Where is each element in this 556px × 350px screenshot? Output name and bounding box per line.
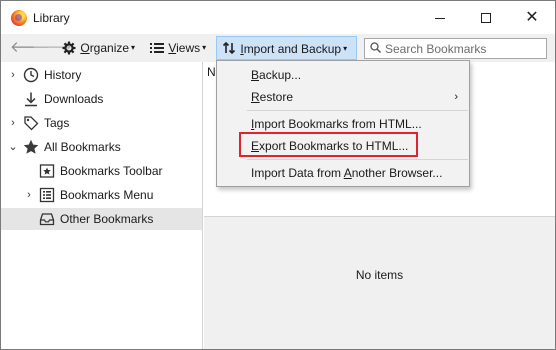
minimize-button[interactable] — [417, 1, 463, 34]
search-input[interactable] — [385, 41, 543, 57]
history-clock-icon — [23, 67, 39, 83]
menu-separator — [247, 159, 468, 160]
highlight-annotation — [239, 132, 418, 157]
minimize-icon — [435, 17, 445, 19]
forward-button[interactable]: 🡒 — [32, 36, 72, 60]
sidebar-tree: › History Downloads › Tags ⌄ All Bookmar… — [1, 62, 203, 349]
sidebar-item-label: Bookmarks Toolbar — [60, 164, 163, 178]
sidebar-item-label: History — [44, 68, 82, 82]
views-button[interactable]: Views ▾ — [149, 36, 206, 60]
import-export-arrows-icon — [221, 37, 237, 62]
bookmarks-toolbar-icon — [39, 163, 55, 179]
organize-label: Organize — [80, 41, 130, 55]
search-box[interactable] — [364, 38, 547, 59]
empty-state-text: No items — [355, 268, 404, 282]
menu-item-import-from-browser[interactable]: Import Data from Another Browser... — [218, 162, 468, 184]
expand-arrow-icon[interactable]: › — [8, 112, 18, 134]
sidebar-item-downloads[interactable]: Downloads — [1, 88, 202, 110]
collapse-arrow-icon[interactable]: ⌄ — [8, 136, 18, 158]
title-bar: Library ✕ — [1, 1, 555, 34]
sidebar-item-all-bookmarks[interactable]: ⌄ All Bookmarks — [1, 136, 202, 158]
submenu-arrow-icon: › — [454, 91, 458, 103]
import-and-backup-label: Import and Backup — [240, 42, 342, 56]
sidebar-item-label: Tags — [44, 116, 70, 130]
details-pane: No items — [204, 216, 555, 349]
column-header-name[interactable]: N — [207, 65, 216, 79]
close-icon: ✕ — [525, 9, 539, 26]
sidebar-item-label: Bookmarks Menu — [60, 188, 154, 202]
bookmarks-menu-icon — [39, 187, 55, 203]
gear-icon — [61, 36, 77, 62]
list-view-icon — [149, 36, 165, 61]
star-icon — [23, 139, 39, 155]
sidebar-item-tags[interactable]: › Tags — [1, 112, 202, 134]
views-label: Views — [168, 41, 201, 55]
firefox-logo-icon — [11, 10, 27, 26]
expand-arrow-icon[interactable]: › — [8, 64, 18, 86]
window-title: Library — [33, 11, 70, 25]
sidebar-item-label: Downloads — [44, 92, 104, 106]
chevron-down-icon: ▾ — [343, 44, 348, 53]
search-icon — [370, 42, 381, 53]
folder-tray-icon — [39, 211, 55, 227]
menu-item-restore[interactable]: Restore › — [218, 86, 468, 108]
chevron-down-icon: ▾ — [202, 43, 207, 52]
chevron-down-icon: ▾ — [131, 43, 136, 52]
sidebar-item-label: All Bookmarks — [44, 140, 121, 154]
maximize-button[interactable] — [463, 1, 509, 34]
import-and-backup-menu: Backup... Restore › Import Bookmarks from… — [216, 60, 470, 187]
sidebar-item-history[interactable]: › History — [1, 64, 202, 86]
sidebar-item-bookmarks-menu[interactable]: › Bookmarks Menu — [1, 184, 202, 206]
organize-button[interactable]: Organize ▾ — [61, 36, 135, 60]
sidebar-item-bookmarks-toolbar[interactable]: Bookmarks Toolbar — [1, 160, 202, 182]
menu-separator — [247, 110, 468, 111]
download-arrow-icon — [23, 91, 39, 107]
back-button[interactable]: 🡐 — [10, 36, 50, 60]
library-window: Library ✕ 🡐 🡒 Organize ▾ Views ▾ Import … — [0, 0, 556, 350]
import-and-backup-button[interactable]: Import and Backup ▾ — [216, 36, 357, 60]
maximize-icon — [481, 13, 491, 24]
menu-item-backup[interactable]: Backup... — [218, 64, 468, 86]
toolbar: 🡐 🡒 Organize ▾ Views ▾ Import and Backup… — [1, 34, 555, 62]
close-button[interactable]: ✕ — [509, 1, 555, 34]
sidebar-item-other-bookmarks[interactable]: Other Bookmarks — [1, 208, 202, 230]
sidebar-item-label: Other Bookmarks — [60, 212, 154, 226]
tag-icon — [23, 115, 39, 131]
expand-arrow-icon[interactable]: › — [24, 184, 34, 206]
